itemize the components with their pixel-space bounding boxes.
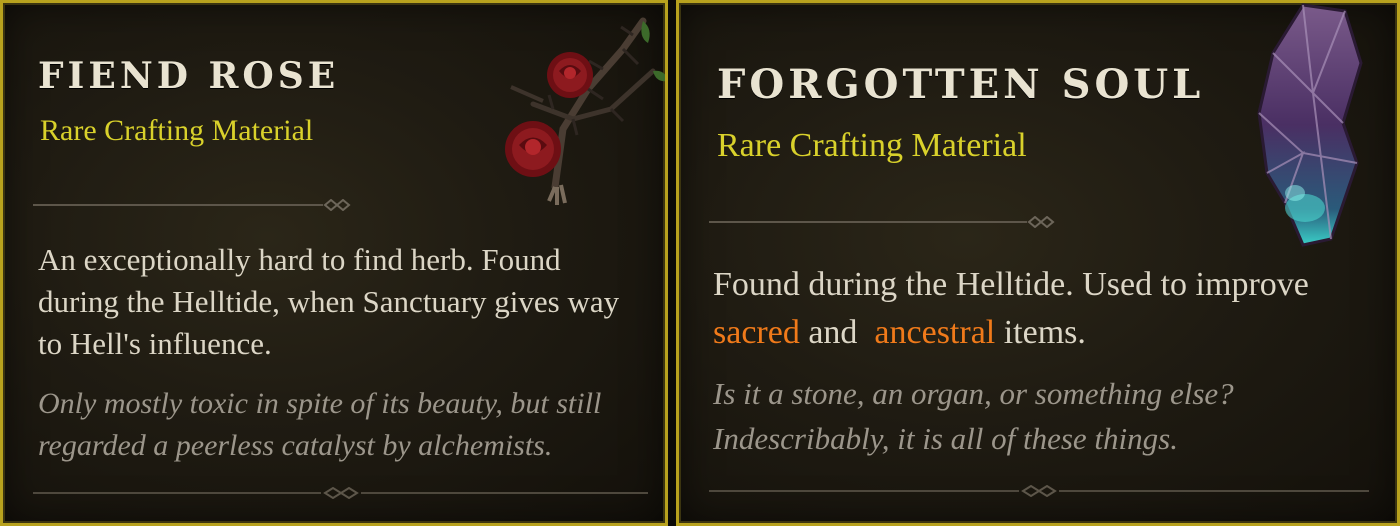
highlight-sacred: sacred bbox=[713, 314, 800, 351]
bottom-divider bbox=[33, 487, 648, 499]
item-tooltip-forgotten-soul: FORGOTTEN SOUL Rare Crafting Material Fo… bbox=[676, 0, 1400, 526]
fiend-rose-icon bbox=[493, 9, 665, 205]
description-text: Found during the Helltide. Used to impro… bbox=[713, 266, 1309, 303]
item-flavor-text: Only mostly toxic in spite of its beauty… bbox=[38, 387, 602, 462]
forgotten-soul-icon bbox=[1233, 3, 1383, 251]
item-description: An exceptionally hard to find herb. Foun… bbox=[38, 242, 620, 361]
item-title: FIEND ROSE bbox=[38, 55, 340, 97]
item-title: FORGOTTEN SOUL bbox=[717, 61, 1205, 108]
tooltip-stage: FIEND ROSE Rare Crafting Material An exc… bbox=[0, 0, 1400, 526]
item-rarity: Rare Crafting Material bbox=[717, 127, 1027, 164]
bottom-divider bbox=[709, 485, 1369, 497]
section-divider bbox=[709, 216, 1059, 228]
highlight-ancestral: ancestral bbox=[874, 314, 996, 351]
item-rarity: Rare Crafting Material bbox=[40, 114, 314, 147]
item-tooltip-fiend-rose: FIEND ROSE Rare Crafting Material An exc… bbox=[0, 0, 668, 526]
item-description: Found during the Helltide. Used to impro… bbox=[713, 261, 1353, 357]
description-text: and bbox=[799, 314, 875, 351]
item-flavor-text: Is it a stone, an organ, or something el… bbox=[713, 376, 1234, 456]
description-text: items. bbox=[995, 314, 1086, 351]
section-divider bbox=[33, 199, 353, 211]
